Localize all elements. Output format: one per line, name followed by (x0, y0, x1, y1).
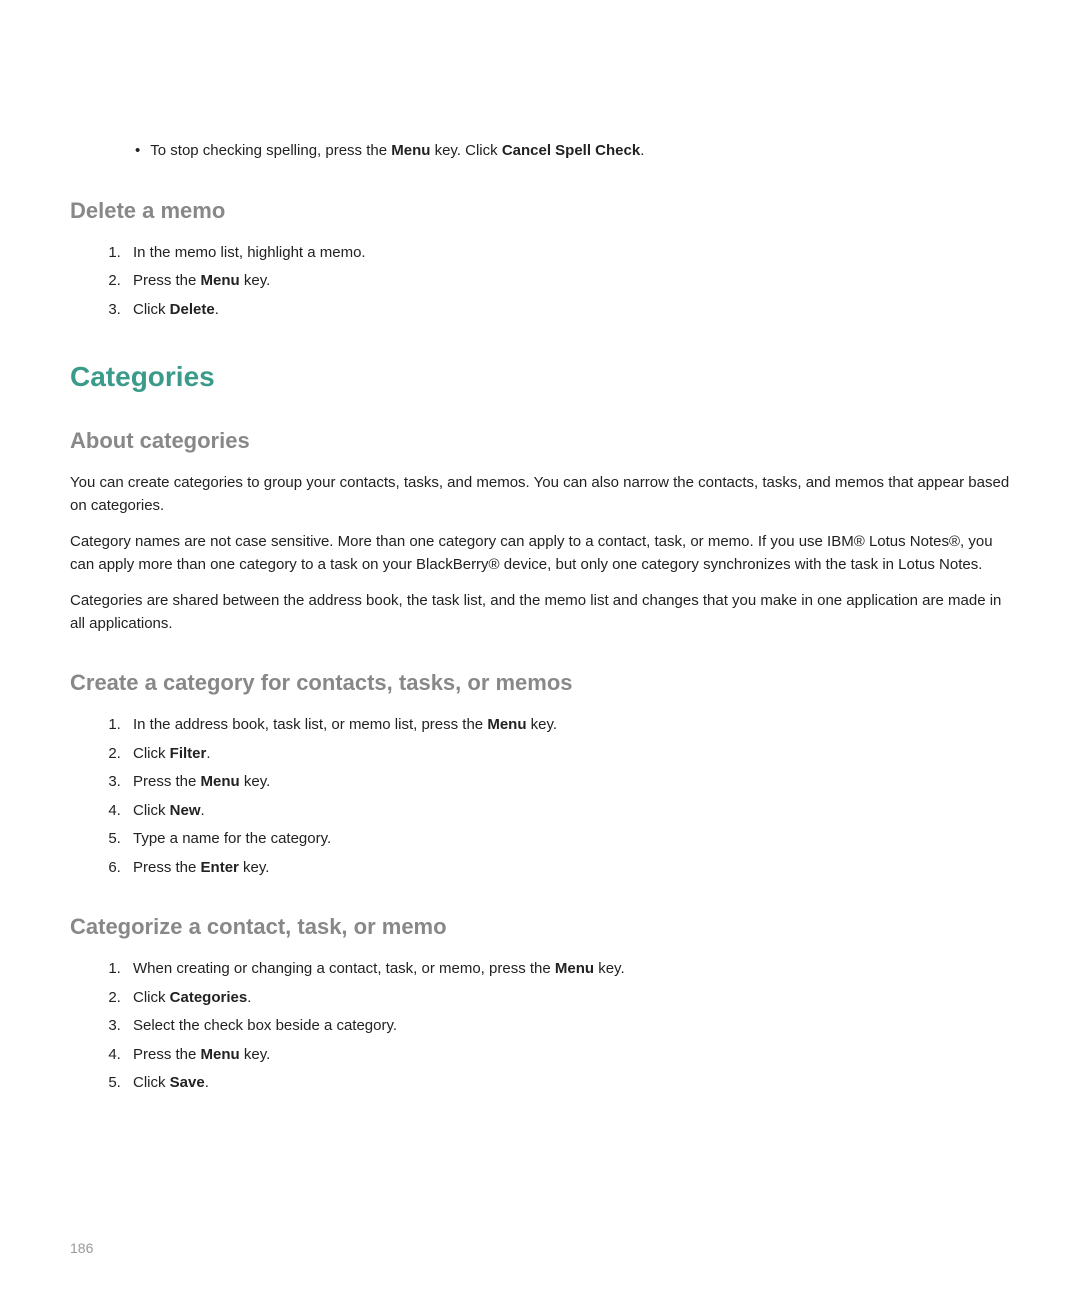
list-item: Click Delete. (125, 299, 1010, 322)
bullet-bold2: Cancel Spell Check (502, 142, 640, 159)
bullet-stop-spelling: • To stop checking spelling, press the M… (135, 140, 1010, 163)
item-bold: Menu (555, 960, 594, 977)
heading-categorize: Categorize a contact, task, or memo (70, 914, 1010, 940)
item-prefix: When creating or changing a contact, tas… (133, 960, 555, 977)
item-prefix: Click (133, 301, 170, 318)
about-para-1: You can create categories to group your … (70, 472, 1010, 517)
item-bold: Categories (170, 989, 248, 1006)
list-item: Type a name for the category. (125, 828, 1010, 851)
item-suffix: key. (240, 272, 271, 289)
list-item: Press the Menu key. (125, 270, 1010, 293)
item-suffix: key. (240, 773, 271, 790)
categorize-list: When creating or changing a contact, tas… (125, 958, 1010, 1095)
bullet-suffix: . (640, 142, 644, 159)
item-prefix: Click (133, 989, 170, 1006)
about-para-3: Categories are shared between the addres… (70, 590, 1010, 635)
item-suffix: key. (239, 859, 270, 876)
item-suffix: key. (240, 1046, 271, 1063)
bullet-mid: key. Click (430, 142, 501, 159)
list-item: Click Filter. (125, 743, 1010, 766)
item-prefix: Click (133, 802, 170, 819)
item-suffix: . (205, 1074, 209, 1091)
item-prefix: Press the (133, 1046, 201, 1063)
bullet-prefix: To stop checking spelling, press the (150, 142, 391, 159)
item-suffix: . (206, 745, 210, 762)
list-item: Click New. (125, 800, 1010, 823)
item-suffix: key. (527, 716, 558, 733)
item-prefix: Press the (133, 272, 201, 289)
item-text: Select the check box beside a category. (133, 1017, 397, 1034)
bullet-dot: • (135, 140, 140, 163)
item-bold: Delete (170, 301, 215, 318)
heading-categories: Categories (70, 361, 1010, 393)
item-prefix: Press the (133, 773, 201, 790)
item-text: In the memo list, highlight a memo. (133, 244, 366, 261)
list-item: In the address book, task list, or memo … (125, 714, 1010, 737)
item-prefix: In the address book, task list, or memo … (133, 716, 487, 733)
item-text: Type a name for the category. (133, 830, 331, 847)
heading-delete-memo: Delete a memo (70, 198, 1010, 224)
bullet-bold1: Menu (391, 142, 430, 159)
item-bold: Save (170, 1074, 205, 1091)
item-bold: New (170, 802, 201, 819)
item-suffix: . (247, 989, 251, 1006)
item-bold: Filter (170, 745, 207, 762)
item-bold: Menu (487, 716, 526, 733)
list-item: Press the Enter key. (125, 857, 1010, 880)
list-item: Press the Menu key. (125, 1044, 1010, 1067)
list-item: In the memo list, highlight a memo. (125, 242, 1010, 265)
list-item: Select the check box beside a category. (125, 1015, 1010, 1038)
item-bold: Menu (201, 1046, 240, 1063)
list-item: Click Categories. (125, 987, 1010, 1010)
item-prefix: Click (133, 745, 170, 762)
about-para-2: Category names are not case sensitive. M… (70, 531, 1010, 576)
bullet-text: To stop checking spelling, press the Men… (150, 140, 644, 163)
item-prefix: Click (133, 1074, 170, 1091)
create-category-list: In the address book, task list, or memo … (125, 714, 1010, 879)
item-suffix: . (215, 301, 219, 318)
heading-about-categories: About categories (70, 428, 1010, 454)
page-number: 186 (70, 1240, 93, 1256)
list-item: When creating or changing a contact, tas… (125, 958, 1010, 981)
item-suffix: key. (594, 960, 625, 977)
delete-memo-list: In the memo list, highlight a memo. Pres… (125, 242, 1010, 322)
item-suffix: . (201, 802, 205, 819)
item-bold: Menu (201, 272, 240, 289)
item-bold: Enter (201, 859, 239, 876)
heading-create-category: Create a category for contacts, tasks, o… (70, 670, 1010, 696)
item-prefix: Press the (133, 859, 201, 876)
list-item: Press the Menu key. (125, 771, 1010, 794)
item-bold: Menu (201, 773, 240, 790)
list-item: Click Save. (125, 1072, 1010, 1095)
